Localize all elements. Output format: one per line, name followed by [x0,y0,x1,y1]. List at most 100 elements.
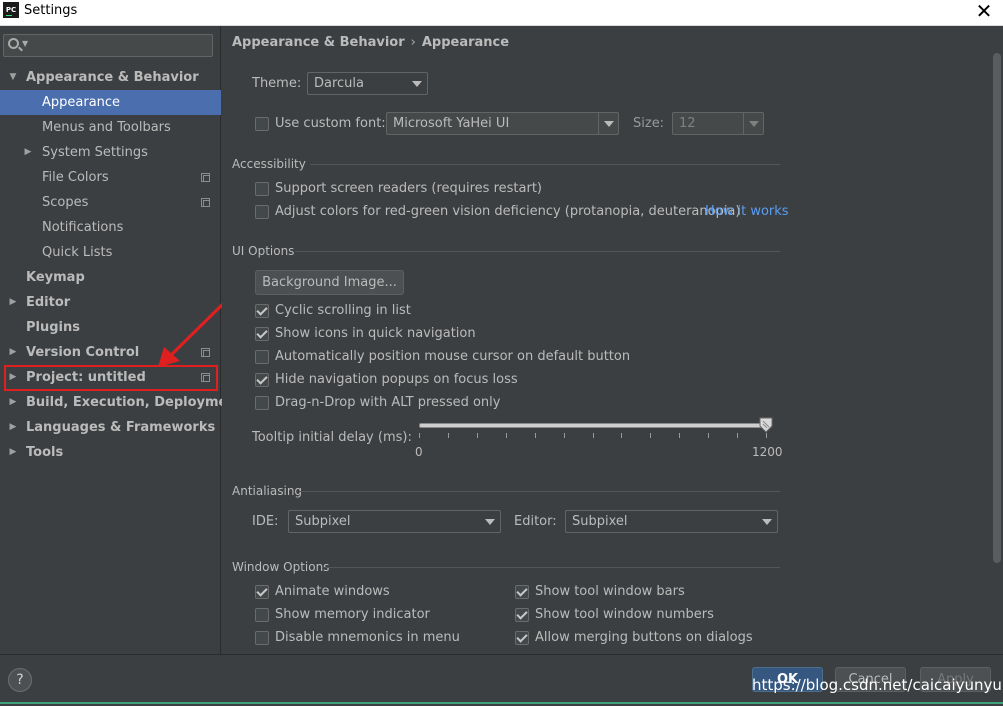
tool-window-numbers-checkbox[interactable] [515,608,529,622]
project-level-icon [201,198,210,207]
expand-down-icon[interactable]: ▼ [8,65,18,90]
red-green-checkbox[interactable] [255,205,269,219]
sidebar-item-label: Quick Lists [42,245,113,260]
chevron-down-icon [480,511,500,532]
sidebar-item-label: Appearance [42,95,121,110]
breadcrumb-current: Appearance [421,35,510,50]
tooltip-delay-slider-track[interactable] [419,423,769,428]
section-divider [310,164,780,165]
sidebar-item-scopes[interactable]: Scopes [0,190,221,215]
custom-font-label: Use custom font: [275,116,386,131]
slider-thumb[interactable] [759,417,773,433]
slider-tick [447,433,449,438]
memory-indicator-checkbox[interactable] [255,608,269,622]
sidebar-item-appearance-behavior[interactable]: ▼ Appearance & Behavior [0,65,221,90]
expand-right-icon[interactable]: ▶ [8,390,18,415]
sidebar-item-quick-lists[interactable]: Quick Lists [0,240,221,265]
screen-readers-checkbox[interactable] [255,182,269,196]
animate-windows-checkbox[interactable] [255,585,269,599]
sidebar-item-notifications[interactable]: Notifications [0,215,221,240]
font-size-select[interactable]: 12 [672,112,764,135]
theme-select[interactable]: Darcula [307,72,428,95]
sidebar-item-appearance[interactable]: Appearance [0,90,221,115]
sidebar-item-build-execution-deployment[interactable]: ▶ Build, Execution, Deployment [0,390,243,415]
cyclic-scrolling-checkbox[interactable] [255,304,269,318]
expand-right-icon[interactable]: ▶ [8,290,18,315]
sidebar-item-label: Menus and Toolbars [42,120,171,135]
slider-tick [476,433,478,438]
title-bar: PC Settings ✕ [0,0,1003,26]
cyclic-scrolling-label: Cyclic scrolling in list [275,303,411,318]
section-divider [324,567,780,568]
background-image-button[interactable]: Background Image... [255,270,404,295]
expand-right-icon[interactable]: ▶ [8,340,18,365]
sidebar-item-keymap[interactable]: Keymap [0,265,221,290]
watermark-text: https://blog.csdn.net/caicaiyunyun [752,676,1003,694]
sidebar-item-system-settings[interactable]: ▶ System Settings [0,140,221,165]
slider-min-label: 0 [415,445,423,459]
sidebar-item-label: Scopes [42,195,89,210]
sidebar-item-file-colors[interactable]: File Colors [0,165,221,190]
bottom-accent-line [0,702,1003,704]
memory-indicator-label: Show memory indicator [275,607,430,622]
section-divider [300,491,780,492]
project-level-icon [201,173,210,182]
sidebar-item-label: System Settings [42,145,148,160]
section-divider [295,251,780,252]
chevron-down-icon [407,73,427,94]
sidebar-item-label: Appearance & Behavior [26,70,199,85]
merging-buttons-label: Allow merging buttons on dialogs [535,630,753,645]
theme-label: Theme: [252,76,302,91]
settings-content: Appearance & Behavior › Appearance Theme: … [222,26,1003,654]
custom-font-checkbox[interactable] [255,117,269,131]
ide-aa-value: Subpixel [295,514,351,529]
sidebar-item-label: File Colors [42,170,109,185]
sidebar-item-languages-frameworks[interactable]: ▶ Languages & Frameworks [0,415,221,440]
accessibility-section-title: Accessibility [232,157,306,171]
how-it-works-link[interactable]: How it works [705,204,789,219]
editor-antialiasing-select[interactable]: Subpixel [565,510,778,533]
scrollbar-thumb[interactable] [993,53,1001,563]
hide-popups-checkbox[interactable] [255,373,269,387]
sidebar-item-menus-toolbars[interactable]: Menus and Toolbars [0,115,221,140]
disable-mnemonics-label: Disable mnemonics in menu [275,630,460,645]
slider-tick [708,433,710,438]
ide-aa-label: IDE: [252,514,279,529]
screen-readers-label: Support screen readers (requires restart… [275,181,542,196]
expand-right-icon[interactable]: ▶ [8,440,18,465]
editor-aa-value: Subpixel [572,514,628,529]
search-input[interactable]: ▼ [3,34,213,57]
slider-max-label: 1200 [752,445,783,459]
slider-tick [679,433,681,438]
disable-mnemonics-checkbox[interactable] [255,631,269,645]
expand-right-icon[interactable]: ▶ [8,415,18,440]
antialiasing-section-title: Antialiasing [232,484,303,498]
ide-antialiasing-select[interactable]: Subpixel [288,510,501,533]
dialog-footer: ? OK Cancel Apply https://blog.csdn.net/… [0,654,1003,706]
slider-tick [534,433,536,438]
size-label: Size: [633,116,665,131]
chevron-down-icon [598,113,618,134]
auto-position-checkbox[interactable] [255,350,269,364]
ui-options-section-title: UI Options [232,244,295,258]
close-icon[interactable]: ✕ [973,0,995,22]
drag-drop-checkbox[interactable] [255,396,269,410]
sidebar-item-label: Notifications [42,220,124,235]
help-icon[interactable]: ? [8,668,32,692]
show-icons-label: Show icons in quick navigation [275,326,476,341]
vertical-scrollbar[interactable] [992,53,1001,650]
slider-tick [737,433,739,438]
expand-right-icon[interactable]: ▶ [23,140,33,165]
hide-popups-label: Hide navigation popups on focus loss [275,372,518,387]
merging-buttons-checkbox[interactable] [515,631,529,645]
tool-window-bars-checkbox[interactable] [515,585,529,599]
sidebar-item-label: Plugins [26,320,80,335]
font-size-value: 12 [679,116,696,131]
sidebar-item-tools[interactable]: ▶ Tools [0,440,221,465]
show-icons-checkbox[interactable] [255,327,269,341]
editor-aa-label: Editor: [514,514,557,529]
slider-tick [419,433,420,438]
tool-window-numbers-label: Show tool window numbers [535,607,714,622]
breadcrumb-parent[interactable]: Appearance & Behavior [232,35,405,50]
font-select[interactable]: Microsoft YaHei UI [386,112,619,135]
